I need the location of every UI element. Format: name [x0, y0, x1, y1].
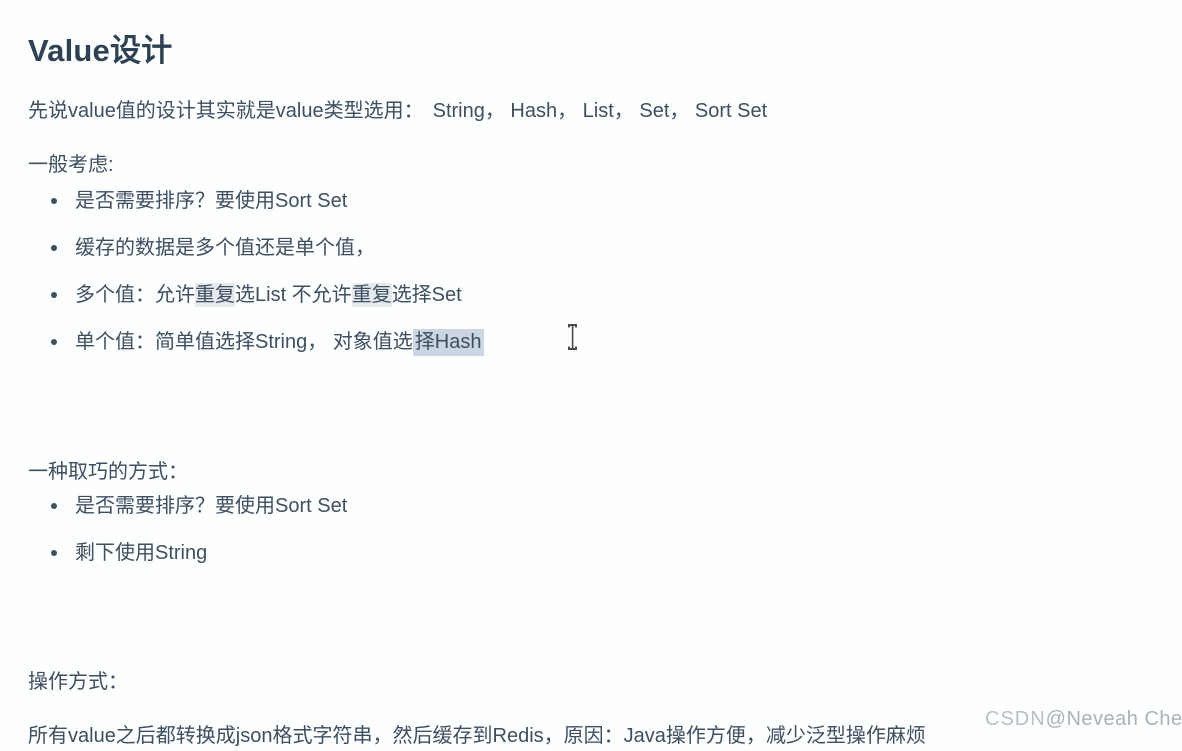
list-item: 多个值：允许重复选List 不允许重复选择Set	[0, 280, 484, 327]
section-heading-operations: 操作方式：	[28, 671, 128, 693]
intro-types-text: String， Hash， List， Set， Sort Set	[432, 100, 768, 122]
page-title: Value设计	[28, 32, 173, 68]
list-item-label: 是否需要排序？要使用Sort Set	[75, 190, 348, 212]
section-heading-trick: 一种取巧的方式：	[28, 461, 188, 483]
watermark: CSDN@Neveah Chen	[985, 706, 1182, 732]
operations-paragraph: 所有value之后都转换成json格式字符串，然后缓存到Redis，原因：Jav…	[28, 725, 926, 747]
intro-lead-text: 先说value值的设计其实就是value类型选用：	[28, 100, 424, 122]
text-selection-highlight: 择Hash	[412, 329, 484, 356]
keyword-highlight: 重复	[351, 283, 392, 307]
list-item-text-prefix: 多个值：允许	[75, 284, 195, 306]
bullet-list-trick: 是否需要排序？要使用Sort Set 剩下使用String	[0, 491, 347, 585]
list-item-text-suffix: 选择Set	[391, 284, 462, 306]
list-item: 缓存的数据是多个值还是单个值，	[0, 233, 484, 280]
list-item-label: 剩下使用String	[75, 542, 208, 564]
list-item-label: 缓存的数据是多个值还是单个值，	[75, 237, 375, 259]
section-heading-general: 一般考虑:	[28, 154, 114, 176]
watermark-brand: CSDN	[985, 708, 1046, 730]
list-item-text-prefix: 单个值：简单值选择String， 对象值选	[75, 331, 413, 353]
list-item: 单个值：简单值选择String， 对象值选 择Hash	[0, 327, 484, 374]
list-item: 剩下使用String	[0, 538, 347, 585]
text-ibeam-cursor	[566, 324, 579, 350]
keyword-highlight: 重复	[195, 283, 235, 307]
list-item-label: 是否需要排序？要使用Sort Set	[75, 495, 348, 517]
list-item-text-middle: 选List 不允许	[235, 284, 352, 306]
document-page: Value设计 先说value值的设计其实就是value类型选用： String，…	[0, 0, 1182, 747]
watermark-handle: @Neveah Chen	[1045, 708, 1182, 730]
intro-paragraph: 先说value值的设计其实就是value类型选用： String， Hash， L…	[28, 96, 767, 126]
list-item: 是否需要排序？要使用Sort Set	[0, 491, 347, 538]
list-item: 是否需要排序？要使用Sort Set	[0, 186, 484, 233]
bullet-list-general: 是否需要排序？要使用Sort Set 缓存的数据是多个值还是单个值， 多个值：允…	[0, 186, 484, 374]
